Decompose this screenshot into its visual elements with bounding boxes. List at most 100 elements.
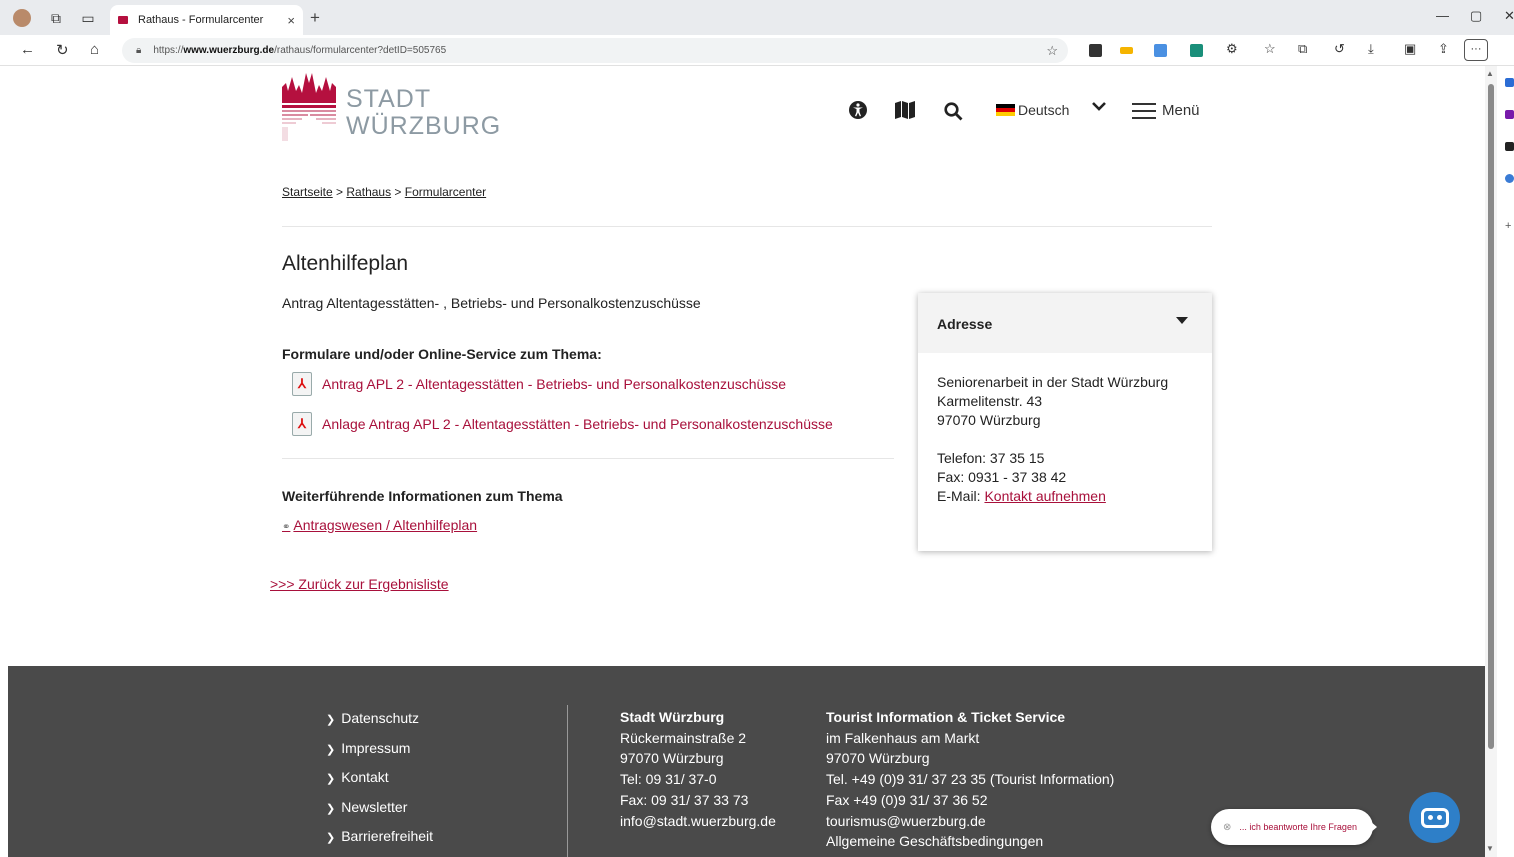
footer-tourist-line: im Falkenhaus am Markt xyxy=(826,729,980,746)
chatbot-icon xyxy=(1420,807,1449,828)
email-label: E-Mail: xyxy=(937,488,985,504)
download-link-1[interactable]: ⅄ Antrag APL 2 - Altentagesstätten - Bet… xyxy=(292,372,786,396)
german-flag-icon xyxy=(996,104,1015,116)
language-selector[interactable]: Deutsch xyxy=(996,102,1069,118)
scroll-up-icon[interactable]: ▲ xyxy=(1486,69,1494,78)
extensions-puzzle-icon[interactable]: ⚙ xyxy=(1226,41,1238,57)
chevron-right-icon: ❯ xyxy=(326,802,336,815)
close-window-icon[interactable]: ✕ xyxy=(1504,8,1514,24)
chevron-right-icon: ❯ xyxy=(326,832,336,844)
logo-line1: STADT xyxy=(346,85,432,113)
minimize-icon[interactable]: — xyxy=(1436,8,1449,23)
page-scrollbar[interactable]: ▲ ▼ xyxy=(1485,66,1497,857)
info-link[interactable]: ⚭ Antragswesen / Altenhilfeplan xyxy=(282,517,477,533)
share-icon[interactable]: ⇪ xyxy=(1438,41,1449,57)
chatbot-button[interactable] xyxy=(1409,792,1460,843)
scrollbar-thumb[interactable] xyxy=(1488,84,1494,749)
header-divider xyxy=(282,226,1212,227)
home-icon[interactable]: ⌂ xyxy=(90,41,99,58)
address-email: E-Mail: Kontakt aufnehmen xyxy=(937,487,1193,506)
chatbot-prompt-text: ... ich beantworte Ihre Fragen xyxy=(1239,822,1357,832)
pdf-icon: ⅄ xyxy=(292,372,312,396)
tab-title: Rathaus - Formularcenter xyxy=(138,14,264,26)
footer-city-line: Rückermainstraße 2 xyxy=(620,729,747,746)
collections-icon[interactable]: ⧉ xyxy=(1298,41,1307,57)
caret-down-icon xyxy=(1176,317,1188,324)
logo-wordmark: STADT WÜRZBURG xyxy=(346,86,501,140)
footer-link-impressum[interactable]: ❯ Impressum xyxy=(326,740,433,770)
address-city: 97070 Würzburg xyxy=(937,412,1041,428)
accessibility-icon[interactable] xyxy=(848,100,868,120)
favorite-star-icon[interactable]: ☆ xyxy=(1046,43,1058,59)
history-icon[interactable]: ↺ xyxy=(1334,41,1345,57)
download-link-2[interactable]: ⅄ Anlage Antrag APL 2 - Altentagesstätte… xyxy=(292,412,833,436)
scroll-down-icon[interactable]: ▼ xyxy=(1486,844,1494,853)
browser-side-panel: + xyxy=(1497,66,1514,857)
workspaces-icon[interactable]: ⧉ xyxy=(42,4,70,32)
footer-link-label: Datenschutz xyxy=(341,710,420,726)
address-card: Adresse Seniorenarbeit in der Stadt Würz… xyxy=(918,293,1212,551)
sidebar-onenote-icon[interactable] xyxy=(1505,110,1514,119)
footer-tourist-email[interactable]: tourismus@wuerzburg.de xyxy=(826,811,1114,832)
contact-link[interactable]: Kontakt aufnehmen xyxy=(984,488,1105,504)
download-label: Antrag APL 2 - Altentagesstätten - Betri… xyxy=(322,376,787,392)
city-skyline-icon xyxy=(282,73,336,141)
chain-link-icon: ⚭ xyxy=(282,522,291,533)
address-card-title: Adresse xyxy=(937,316,993,332)
browser-tab-bar: ⧉ ▭ Rathaus - Formularcenter × + — ▢ ✕ xyxy=(0,0,1514,35)
back-icon[interactable]: ← xyxy=(20,41,35,58)
sidebar-copilot-icon[interactable] xyxy=(1505,78,1514,87)
chevron-right-icon: ❯ xyxy=(326,773,336,785)
footer-link-kontakt[interactable]: ❯ Kontakt xyxy=(326,769,433,799)
extension-glasses-icon[interactable] xyxy=(1120,47,1133,54)
footer-city-line: Fax: 09 31/ 37 33 73 xyxy=(620,791,749,808)
footer-agb-link[interactable]: Allgemeine Geschäftsbedingungen xyxy=(826,831,1114,852)
sidebar-spark-icon[interactable] xyxy=(1505,174,1514,183)
browser-tab-active[interactable]: Rathaus - Formularcenter × xyxy=(110,5,303,35)
extension-n-icon[interactable] xyxy=(1089,44,1102,57)
breadcrumb-separator: > xyxy=(391,185,405,199)
footer-link-newsletter[interactable]: ❯ Newsletter xyxy=(326,799,433,829)
footer-city-line: Tel: 09 31/ 37-0 xyxy=(620,771,717,788)
chevron-down-icon[interactable] xyxy=(1092,100,1106,112)
extension-grid-icon[interactable] xyxy=(1190,44,1203,57)
footer-link-label: Barrierefreiheit xyxy=(341,828,434,844)
favorites-icon[interactable]: ☆ xyxy=(1264,41,1276,57)
download-label: Anlage Antrag APL 2 - Altentagesstätten … xyxy=(322,416,833,432)
footer-link-label: Kontakt xyxy=(341,769,389,785)
more-menu-button[interactable]: ··· xyxy=(1464,39,1488,61)
breadcrumb-separator: > xyxy=(332,185,347,199)
tab-close-icon[interactable]: × xyxy=(287,13,295,28)
menu-label: Menü xyxy=(1162,102,1200,119)
search-icon[interactable] xyxy=(944,102,963,121)
city-logo[interactable]: STADT WÜRZBURG xyxy=(282,69,501,141)
footer-link-datenschutz[interactable]: ❯ Datenschutz xyxy=(326,710,433,740)
address-bar[interactable]: 🔒︎ https://www.wuerzburg.de/rathaus/form… xyxy=(122,38,1068,63)
info-link-label: Antragswesen / Altenhilfeplan xyxy=(293,517,478,533)
footer-city-email[interactable]: info@stadt.wuerzburg.de xyxy=(620,811,776,832)
tab-actions-icon[interactable]: ▭ xyxy=(74,4,102,32)
sidebar-app-icon[interactable] xyxy=(1505,142,1514,151)
breadcrumb: Startseite > Rathaus > Formularcenter xyxy=(282,185,486,199)
forms-heading: Formulare und/oder Online-Service zum Th… xyxy=(282,346,602,362)
chatbot-prompt-bubble[interactable]: ⊗ ... ich beantworte Ihre Fragen xyxy=(1211,809,1373,845)
close-circle-icon[interactable]: ⊗ xyxy=(1223,822,1231,833)
sidebar-add-icon[interactable]: + xyxy=(1505,221,1514,232)
screenshot-icon[interactable]: ▣ xyxy=(1404,41,1416,57)
menu-button[interactable]: Menü xyxy=(1132,102,1200,119)
profile-avatar-icon[interactable] xyxy=(8,4,36,32)
address-card-toggle[interactable]: Adresse xyxy=(918,293,1212,353)
breadcrumb-rathaus[interactable]: Rathaus xyxy=(346,185,391,199)
back-to-results-link[interactable]: >>> Zurück zur Ergebnisliste xyxy=(270,576,449,592)
refresh-icon[interactable]: ↻ xyxy=(56,41,69,59)
restore-icon[interactable]: ▢ xyxy=(1470,8,1482,24)
extension-doc-icon[interactable] xyxy=(1154,44,1167,57)
downloads-icon[interactable]: ⤓ xyxy=(1368,41,1374,57)
address-fax: Fax: 0931 - 37 38 42 xyxy=(937,469,1067,485)
footer-link-barrierefreiheit[interactable]: ❯ Barrierefreiheit xyxy=(326,828,433,857)
new-tab-button[interactable]: + xyxy=(310,8,320,28)
map-icon[interactable] xyxy=(894,100,916,120)
page-title: Altenhilfeplan xyxy=(282,252,409,275)
breadcrumb-startseite[interactable]: Startseite xyxy=(282,185,333,199)
breadcrumb-formularcenter[interactable]: Formularcenter xyxy=(405,185,486,199)
